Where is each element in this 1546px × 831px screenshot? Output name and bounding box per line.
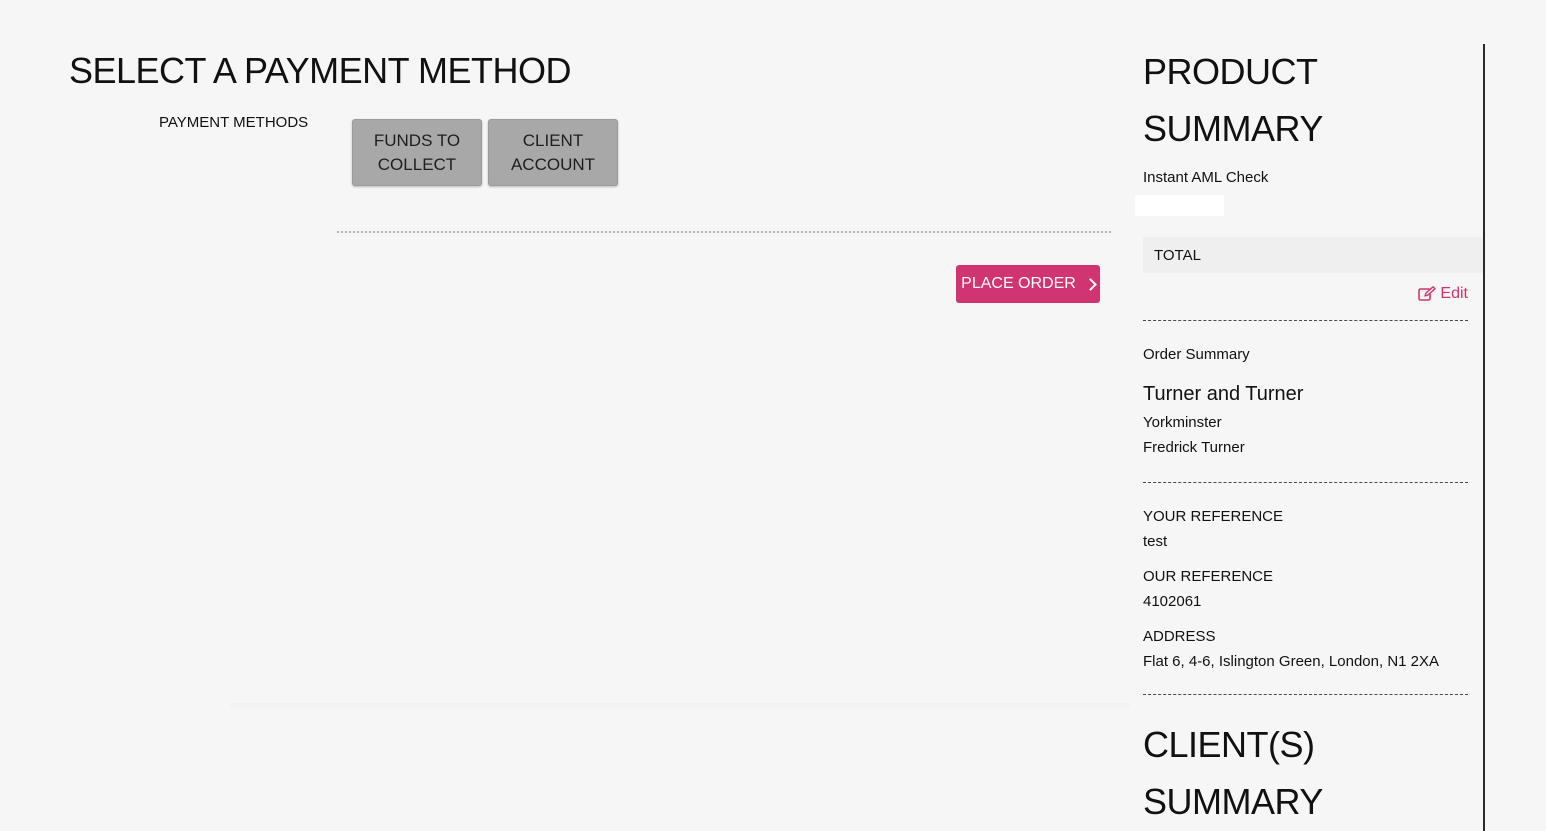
payment-methods-label: PAYMENT METHODS	[159, 114, 309, 131]
chevron-right-icon	[1083, 277, 1097, 291]
order-sidebar: PRODUCT SUMMARY Instant AML Check TOTAL …	[1135, 0, 1483, 831]
sidebar-border	[1483, 44, 1485, 831]
company-name: Turner and Turner	[1143, 383, 1304, 405]
your-reference-value: test	[1143, 533, 1168, 550]
page-title: SELECT A PAYMENT METHOD	[69, 50, 571, 91]
total-row: TOTAL	[1143, 237, 1483, 273]
edit-icon	[1418, 286, 1437, 302]
section-separator	[230, 703, 1130, 711]
order-summary-label: Order Summary	[1143, 346, 1250, 363]
divider	[1143, 694, 1468, 695]
divider	[1143, 482, 1468, 483]
payment-divider	[337, 231, 1111, 233]
contact-name: Fredrick Turner	[1143, 439, 1245, 456]
payment-method-options: FUNDS TO COLLECT CLIENT ACCOUNT	[352, 119, 618, 186]
address-value: Flat 6, 4-6, Islington Green, London, N1…	[1143, 653, 1440, 670]
funds-to-collect-button[interactable]: FUNDS TO COLLECT	[352, 119, 482, 186]
place-order-label: PLACE ORDER	[961, 275, 1076, 292]
total-label: TOTAL	[1154, 246, 1201, 264]
your-reference-label: YOUR REFERENCE	[1143, 508, 1284, 525]
address-label: ADDRESS	[1143, 628, 1216, 645]
place-order-button[interactable]: PLACE ORDER	[956, 265, 1100, 303]
product-price-placeholder	[1135, 195, 1224, 216]
our-reference-value: 4102061	[1143, 593, 1202, 610]
product-name: Instant AML Check	[1143, 169, 1269, 186]
edit-link[interactable]: Edit	[1418, 285, 1468, 303]
clients-summary-heading: CLIENT(S) SUMMARY	[1143, 724, 1323, 822]
client-account-button[interactable]: CLIENT ACCOUNT	[488, 119, 618, 186]
divider	[1143, 320, 1468, 321]
product-summary-heading: PRODUCT SUMMARY	[1143, 51, 1323, 149]
branch-name: Yorkminster	[1143, 414, 1222, 431]
edit-label: Edit	[1440, 285, 1468, 302]
our-reference-label: OUR REFERENCE	[1143, 568, 1274, 585]
